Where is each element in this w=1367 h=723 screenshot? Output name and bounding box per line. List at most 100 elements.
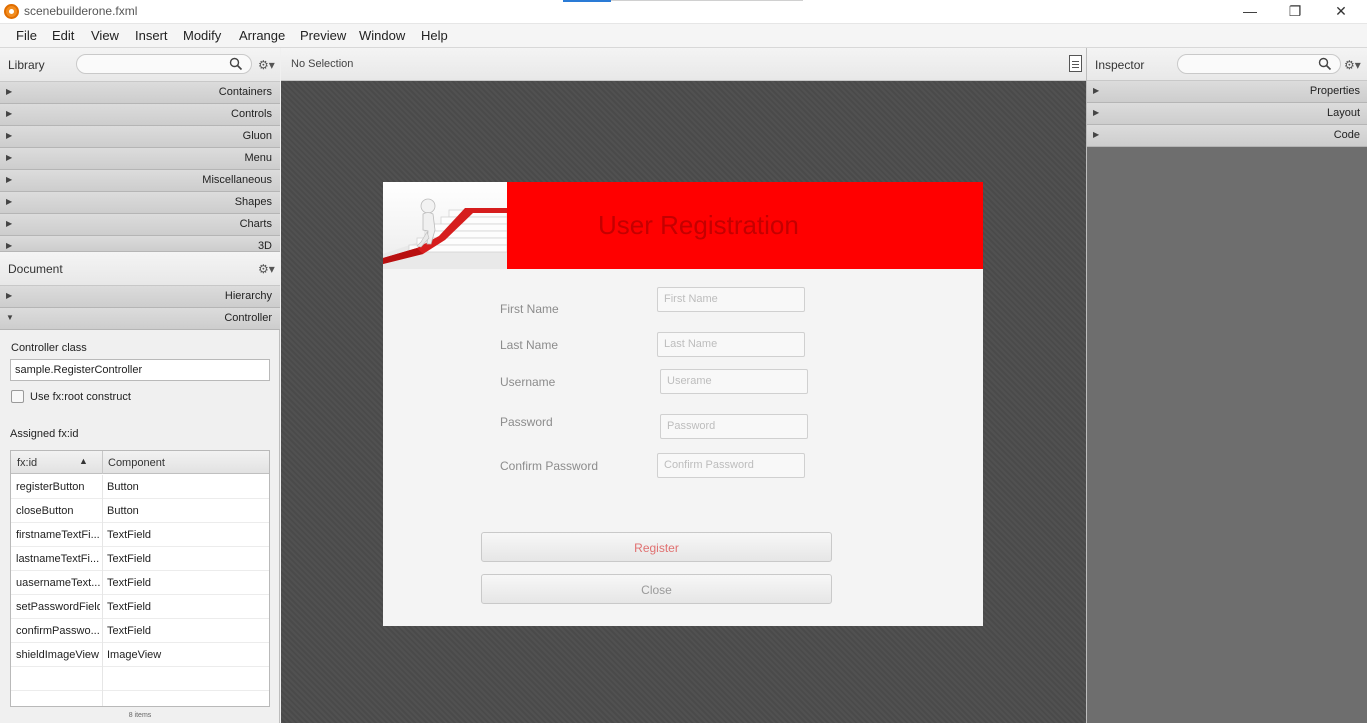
username-label: Username: [500, 375, 556, 389]
selection-breadcrumb: No Selection: [291, 58, 354, 70]
form-title: User Registration: [598, 210, 799, 240]
library-search-input[interactable]: [76, 54, 252, 74]
library-header: Library ⚙▾: [0, 48, 280, 82]
collapsed-arrow-icon: ▶: [1093, 130, 1100, 139]
library-section-shapes[interactable]: ▶ Shapes: [0, 192, 280, 214]
document-section-hierarchy[interactable]: ▶ Hierarchy: [0, 286, 280, 308]
library-title: Library: [8, 58, 45, 72]
confirm-password-field[interactable]: Confirm Password: [657, 453, 805, 478]
controller-class-label: Controller class: [11, 342, 87, 354]
table-row[interactable]: firstnameTextFi... TextField: [11, 523, 269, 547]
document-section-controller[interactable]: ▼ Controller: [0, 308, 280, 330]
inspector-section-code[interactable]: ▶ Code: [1087, 125, 1367, 147]
table-row[interactable]: lastnameTextFi... TextField: [11, 547, 269, 571]
close-window-button[interactable]: ✕: [1329, 2, 1353, 20]
menu-bar: File Edit View Insert Modify Arrange Pre…: [0, 24, 1367, 48]
library-section-gluon[interactable]: ▶ Gluon: [0, 126, 280, 148]
first-name-field[interactable]: First Name: [657, 287, 805, 312]
inspector-panel: Inspector ⚙▾ ▶ Properties ▶ Layout ▶ Code: [1086, 48, 1367, 723]
last-name-field[interactable]: Last Name: [657, 332, 805, 357]
collapsed-arrow-icon: ▶: [1093, 86, 1100, 95]
library-gear-icon[interactable]: ⚙▾: [258, 58, 275, 72]
menu-preview[interactable]: Preview: [300, 28, 346, 43]
fxroot-label: Use fx:root construct: [30, 391, 131, 403]
assigned-fxid-label: Assigned fx:id: [10, 428, 79, 440]
confirm-password-label: Confirm Password: [500, 459, 599, 473]
library-section-containers[interactable]: ▶ Containers: [0, 82, 280, 104]
inspector-search-input[interactable]: [1177, 54, 1341, 74]
collapsed-arrow-icon: ▶: [6, 109, 13, 118]
collapsed-arrow-icon: ▶: [6, 131, 13, 140]
close-button[interactable]: Close: [481, 574, 832, 604]
document-gear-icon[interactable]: ⚙▾: [258, 262, 275, 276]
fxroot-checkbox[interactable]: [11, 390, 24, 403]
register-button[interactable]: Register: [481, 532, 832, 562]
table-row[interactable]: registerButton Button: [11, 475, 269, 499]
inspector-section-layout[interactable]: ▶ Layout: [1087, 103, 1367, 125]
menu-file[interactable]: File: [16, 28, 37, 43]
table-row-empty: [11, 691, 269, 706]
table-row[interactable]: shieldImageView ImageView: [11, 643, 269, 667]
last-name-label: Last Name: [500, 338, 559, 352]
password-field[interactable]: Password: [660, 414, 808, 439]
registration-form-preview[interactable]: User Registration First Name First Name …: [383, 182, 983, 626]
minimize-button[interactable]: —: [1238, 2, 1262, 20]
menu-window[interactable]: Window: [359, 28, 405, 43]
inspector-section-properties[interactable]: ▶ Properties: [1087, 81, 1367, 103]
document-header: Document ⚙▾: [0, 252, 280, 286]
column-header-component[interactable]: Component: [108, 457, 165, 469]
search-icon: [229, 57, 243, 71]
table-row-empty: [11, 667, 269, 691]
left-panel: Library ⚙▾ ▶ Containers ▶ Controls ▶ Gluon …: [0, 48, 280, 723]
restore-button[interactable]: ❐: [1283, 2, 1307, 20]
collapsed-arrow-icon: ▶: [6, 87, 13, 96]
document-icon[interactable]: [1069, 55, 1082, 72]
library-section-charts[interactable]: ▶ Charts: [0, 214, 280, 236]
username-field[interactable]: Userame: [660, 369, 808, 394]
table-row[interactable]: setPasswordField TextField: [11, 595, 269, 619]
content-header: No Selection: [281, 48, 1086, 81]
collapsed-arrow-icon: ▶: [6, 175, 13, 184]
scene-builder-app-icon: [4, 4, 19, 19]
menu-view[interactable]: View: [91, 28, 119, 43]
collapsed-arrow-icon: ▶: [6, 291, 13, 300]
library-section-menu[interactable]: ▶ Menu: [0, 148, 280, 170]
sort-ascending-icon: ▲: [79, 456, 88, 466]
inspector-title: Inspector: [1095, 58, 1145, 72]
library-section-miscellaneous[interactable]: ▶ Miscellaneous: [0, 170, 280, 192]
menu-modify[interactable]: Modify: [183, 28, 221, 43]
title-bar: scenebuilderone.fxml — ❐ ✕: [0, 0, 1367, 24]
menu-help[interactable]: Help: [421, 28, 448, 43]
password-label: Password: [500, 415, 553, 429]
collapsed-arrow-icon: ▶: [6, 153, 13, 162]
table-header: fx:id ▲ Component: [11, 451, 269, 474]
table-row[interactable]: confirmPasswo... TextField: [11, 619, 269, 643]
table-row[interactable]: uasernameText... TextField: [11, 571, 269, 595]
title-accent-line: [611, 0, 803, 1]
stairs-figure-icon: [383, 198, 507, 269]
column-divider: [102, 451, 103, 474]
menu-arrange[interactable]: Arrange: [239, 28, 285, 43]
library-section-3d[interactable]: ▶ 3D: [0, 236, 280, 252]
column-header-fxid[interactable]: fx:id: [17, 457, 37, 469]
table-item-count: 8 items: [128, 712, 152, 719]
document-title: Document: [8, 262, 63, 276]
menu-insert[interactable]: Insert: [135, 28, 168, 43]
menu-edit[interactable]: Edit: [52, 28, 74, 43]
first-name-label: First Name: [500, 302, 559, 316]
inspector-gear-icon[interactable]: ⚙▾: [1344, 58, 1361, 72]
collapsed-arrow-icon: ▶: [1093, 108, 1100, 117]
assigned-fxid-table: fx:id ▲ Component registerButton Button c…: [10, 450, 270, 707]
window-title: scenebuilderone.fxml: [24, 4, 138, 18]
collapsed-arrow-icon: ▶: [6, 197, 13, 206]
search-icon: [1318, 57, 1332, 71]
table-row[interactable]: closeButton Button: [11, 499, 269, 523]
inspector-header: Inspector ⚙▾: [1087, 48, 1367, 81]
library-section-controls[interactable]: ▶ Controls: [0, 104, 280, 126]
collapsed-arrow-icon: ▶: [6, 241, 13, 250]
collapsed-arrow-icon: ▶: [6, 219, 13, 228]
shield-image[interactable]: [383, 182, 507, 269]
title-accent: [563, 0, 611, 2]
expanded-arrow-icon: ▼: [6, 313, 14, 322]
controller-class-input[interactable]: sample.RegisterController: [10, 359, 270, 381]
